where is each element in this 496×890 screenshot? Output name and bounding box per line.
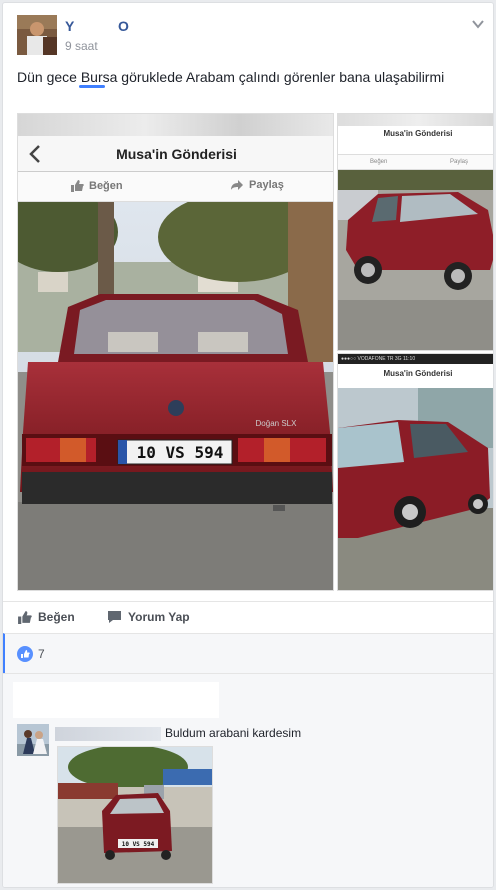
thumbs-up-icon — [71, 180, 84, 192]
screenshot-action-bar: Beğen Paylaş — [18, 172, 333, 202]
chevron-down-icon[interactable] — [471, 17, 485, 31]
screenshot-share-label: Paylaş — [249, 179, 284, 191]
photo-grid[interactable]: Musa'in Gönderisi Beğen Paylaş 10 VS 594… — [17, 113, 493, 591]
like-reaction-icon — [17, 646, 33, 662]
thumbnail-photo-2[interactable]: ●●●○○ VODAFONE TR 3G 11:10 Musa'in Gönde… — [337, 353, 493, 591]
commenter-name-redacted[interactable] — [55, 727, 161, 741]
comments-section: Buldum arabani kardesim 10 VS 594 — [3, 673, 493, 887]
phone-status-bar: ●●●○○ VODAFONE TR 3G 11:10 — [338, 354, 493, 364]
like-label: Beğen — [38, 610, 75, 624]
post-timestamp[interactable]: 9 saat — [65, 39, 98, 53]
post-text: Dün gece Bursa göruklede Arabam çalındı … — [17, 69, 445, 85]
share-arrow-icon — [231, 180, 243, 190]
blurred-header — [338, 114, 493, 126]
comment-bubble-icon — [108, 611, 121, 623]
link-underline — [79, 85, 105, 88]
thumbnail-like-label: Beğen — [370, 159, 388, 165]
car-side-photo — [338, 170, 493, 350]
found-car-photo: 10 VS 594 — [58, 747, 212, 883]
commenter-avatar[interactable] — [17, 724, 49, 756]
author-name[interactable]: Y O — [65, 18, 149, 34]
comment-label: Yorum Yap — [128, 610, 190, 624]
screenshot-share: Paylaş — [230, 179, 284, 191]
license-plate: 10 VS 594 — [137, 443, 224, 462]
screenshot-like-label: Beğen — [89, 179, 123, 192]
thumbnail-title: Musa'in Gönderisi — [383, 369, 453, 378]
author-avatar[interactable] — [17, 15, 57, 55]
reaction-count[interactable]: 7 — [38, 647, 45, 661]
post-card: Y O 9 saat Dün gece Bursa göruklede Arab… — [2, 2, 494, 888]
screenshot-like: Beğen — [70, 179, 123, 192]
comment-button[interactable]: Yorum Yap — [107, 610, 190, 624]
like-button[interactable]: Beğen — [17, 610, 75, 624]
main-photo[interactable]: Musa'in Gönderisi Beğen Paylaş 10 VS 594… — [17, 113, 334, 591]
thumbnail-action-bar: Beğen Paylaş — [338, 154, 493, 170]
thumbnail-share-label: Paylaş — [450, 159, 469, 165]
screenshot-title: Musa'in Gönderisi — [116, 146, 237, 162]
thumbs-up-icon — [18, 611, 32, 624]
comment-text: Buldum arabani kardesim — [165, 726, 302, 740]
model-badge: Doğan SLX — [256, 419, 298, 428]
redacted-comment — [13, 682, 219, 718]
thumbnail-title: Musa'in Gönderisi — [383, 129, 453, 138]
post-action-bar: Beğen Yorum Yap — [3, 601, 493, 633]
blurred-header — [18, 114, 333, 136]
found-car-plate: 10 VS 594 — [122, 841, 155, 848]
reactions-summary[interactable]: 7 — [3, 633, 493, 673]
thumbnail-photo-1[interactable]: Musa'in Gönderisi Beğen Paylaş — [337, 113, 493, 351]
car-front-photo — [338, 388, 493, 590]
comment-photo[interactable]: 10 VS 594 — [57, 746, 213, 884]
screenshot-navbar: Musa'in Gönderisi — [18, 136, 333, 172]
thumbnail-column: Musa'in Gönderisi Beğen Paylaş ●●●○○ VOD… — [337, 113, 493, 591]
car-rear-photo: 10 VS 594 Doğan SLX — [18, 202, 333, 590]
